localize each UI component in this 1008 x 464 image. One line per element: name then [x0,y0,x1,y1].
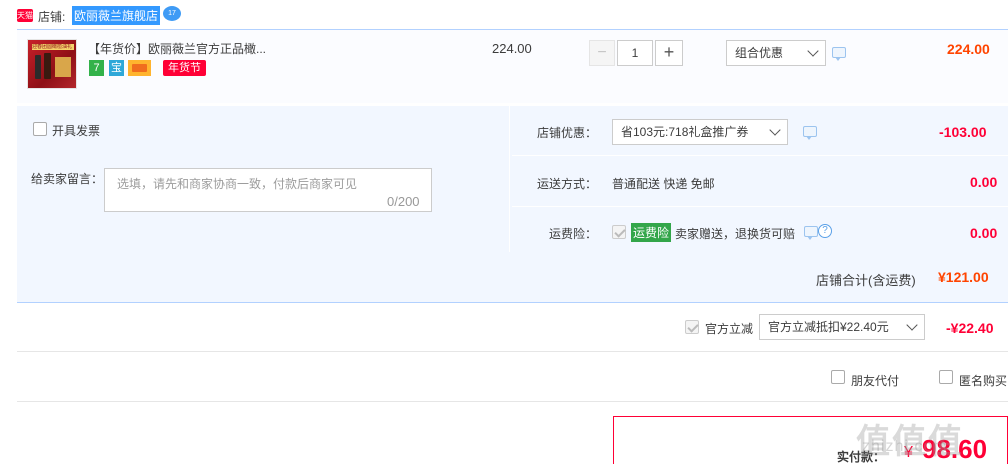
divider [512,206,1008,207]
comment-icon[interactable] [804,226,818,240]
quantity-increase-button[interactable]: + [655,40,683,66]
insurance-description: 卖家赠送，退换货可赔 [675,227,796,241]
shipping-amount: 0.00 [970,174,998,190]
chevron-down-icon [769,124,781,136]
credit-card-icon[interactable] [128,60,151,76]
product-title-link[interactable]: 【年货价】欧丽薇兰官方正品橄... [88,40,266,57]
combo-discount-select[interactable]: 组合优惠 [726,40,826,66]
comment-icon[interactable] [832,47,846,61]
shop-discount-amount: -103.00 [939,124,987,140]
shop-discount-label: 店铺优惠： [537,126,598,140]
guarantee-icon[interactable]: 宝 [109,60,124,76]
insurance-checkbox [612,225,626,239]
shop-total-label: 店铺合计(含运费) [816,273,916,288]
tmall-logo-icon: 天猫 [17,9,33,22]
quantity-decrease-button[interactable]: − [589,40,615,66]
item-subtotal: 224.00 [947,41,990,57]
shop-name-link[interactable]: 欧丽薇兰旗舰店 [72,6,161,25]
message-char-count: 0/200 [387,194,420,209]
anonymous-label[interactable]: 匿名购买 [959,372,1007,389]
message-label: 给卖家留言： [31,172,104,186]
help-icon[interactable]: ? [818,224,832,238]
quantity-input[interactable]: 1 [617,40,653,66]
watermark-text: zhizhi.com [862,438,948,455]
new-year-festival-tag: 年货节 [163,60,206,76]
insurance-amount: 0.00 [970,225,998,241]
friend-pay-checkbox[interactable] [831,370,845,384]
official-discount-amount: -¥22.40 [946,320,994,336]
chat-bubble-icon[interactable]: 17 [163,6,181,21]
divider [512,155,1008,156]
gift-box-shape [55,57,71,77]
friend-pay-label[interactable]: 朋友代付 [851,372,899,389]
bottle-shape [44,53,51,79]
insurance-tag: 运费险 [631,223,672,242]
official-discount-option: 官方立减抵扣¥22.40元 [768,320,889,334]
message-placeholder: 选填，请先和商家协商一致，付款后商家可见 [117,177,358,191]
bottle-shape [35,55,41,79]
official-discount-select[interactable]: 官方立减抵扣¥22.40元 [759,314,925,340]
divider [17,401,1008,402]
divider [17,351,1008,352]
shop-coupon-select[interactable]: 省103元:718礼盒推广券 [612,119,788,145]
shop-label: 店铺: [38,10,66,24]
chevron-down-icon [807,45,819,57]
anonymous-checkbox[interactable] [939,370,953,384]
insurance-label: 运费险： [549,227,598,241]
chevron-down-icon [906,319,918,331]
invoice-label[interactable]: 开具发票 [52,122,100,139]
shop-total-value: ¥121.00 [938,269,989,285]
official-discount-label: 官方立减 [705,322,754,336]
unit-price: 224.00 [492,41,532,56]
thumbnail-caption: 迎春团圆橄榄油礼 [32,44,74,50]
combo-discount-label: 组合优惠 [735,46,784,60]
shipping-method: 普通配送 快递 免邮 [612,177,715,191]
invoice-checkbox[interactable] [33,122,47,136]
shipping-label: 运送方式： [537,177,598,191]
shop-coupon-value: 省103元:718礼盒推广券 [621,125,749,139]
product-thumbnail[interactable]: 迎春团圆橄榄油礼 [27,39,77,89]
official-discount-checkbox[interactable] [685,320,699,334]
comment-icon[interactable] [803,126,817,140]
seven-day-return-icon[interactable]: 7 [89,60,104,76]
